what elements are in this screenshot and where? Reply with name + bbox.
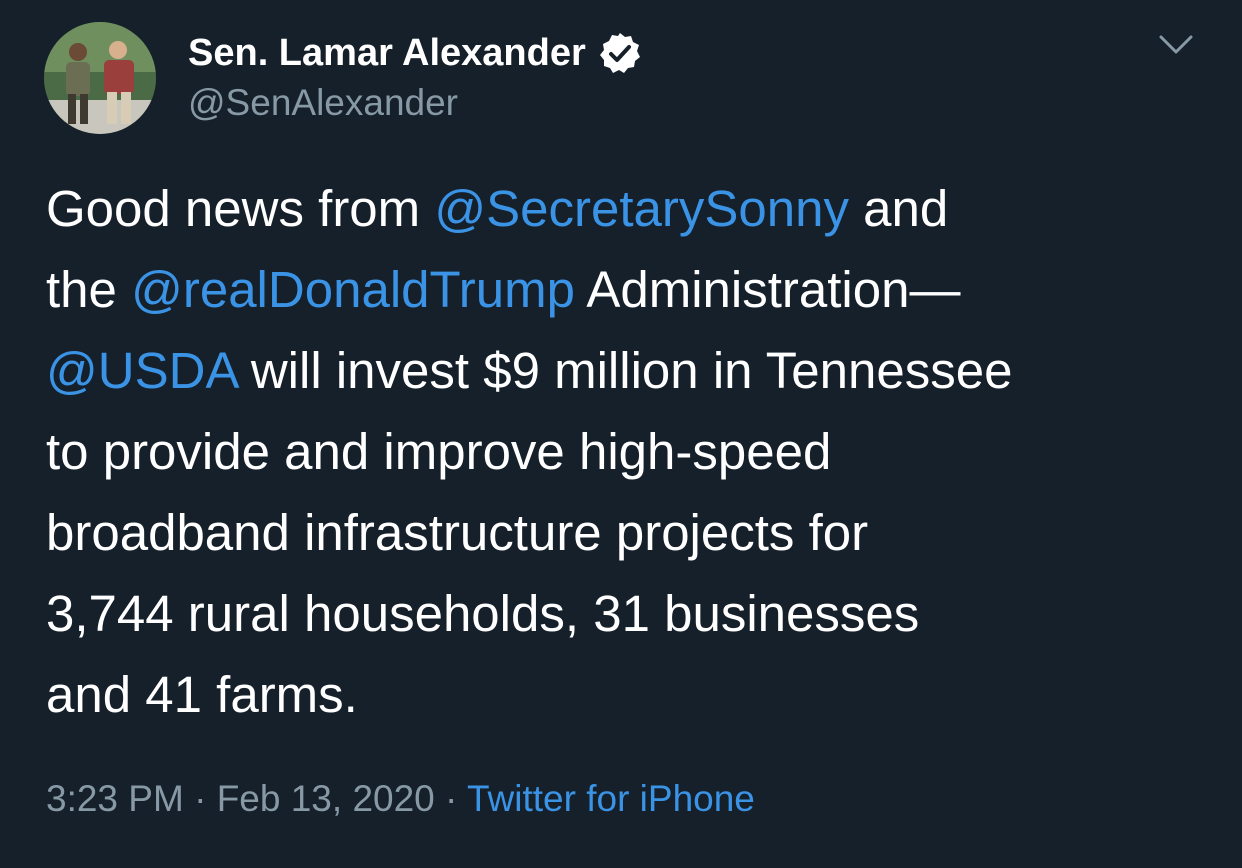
author-handle[interactable]: @SenAlexander	[188, 82, 458, 124]
tweet-text-segment: broadband infrastructure projects for	[46, 504, 869, 561]
tweet-text-line: to provide and improve high-speed	[46, 411, 1216, 492]
tweet-text-segment: Good news from	[46, 180, 435, 237]
tweet-text-line: Good news from @SecretarySonny and	[46, 168, 1216, 249]
tweet-text-segment: will invest $9 million in Tennessee	[236, 342, 1013, 399]
tweet-text-segment: to provide and improve high-speed	[46, 423, 832, 480]
chevron-down-icon[interactable]	[1158, 32, 1194, 58]
tweet-text-line: broadband infrastructure projects for	[46, 492, 1216, 573]
tweet-text-line: 3,744 rural households, 31 businesses	[46, 573, 1216, 654]
tweet-source-link[interactable]: Twitter for iPhone	[467, 778, 755, 819]
mention-link[interactable]: @SecretarySonny	[434, 180, 849, 237]
tweet-text-segment: Administration—	[574, 261, 961, 318]
avatar[interactable]	[44, 22, 156, 134]
tweet-text: Good news from @SecretarySonny and the @r…	[46, 168, 1216, 735]
tweet-time[interactable]: 3:23 PM	[46, 778, 184, 819]
tweet-text-line: @USDA will invest $9 million in Tennesse…	[46, 330, 1216, 411]
tweet-text-segment: the	[46, 261, 132, 318]
tweet-text-segment: and 41 farms.	[46, 666, 358, 723]
author-name-row: Sen. Lamar Alexander	[188, 30, 642, 76]
tweet-date[interactable]: Feb 13, 2020	[217, 778, 435, 819]
tweet-text-segment: 3,744 rural households, 31 businesses	[46, 585, 920, 642]
tweet-text-line: the @realDonaldTrump Administration—	[46, 249, 1216, 330]
mention-link[interactable]: @USDA	[46, 342, 237, 399]
mention-link[interactable]: @realDonaldTrump	[131, 261, 575, 318]
tweet: Sen. Lamar Alexander @SenAlexander Good …	[0, 0, 1242, 868]
verified-badge-icon	[599, 33, 640, 73]
author-display-name[interactable]: Sen. Lamar Alexander	[188, 32, 586, 75]
meta-separator: ·	[434, 778, 467, 819]
tweet-meta: 3:23 PM · Feb 13, 2020 · Twitter for iPh…	[46, 778, 755, 820]
avatar-photo	[44, 22, 156, 134]
tweet-text-line: and 41 farms.	[46, 654, 1216, 735]
tweet-text-segment: and	[848, 180, 949, 237]
meta-separator: ·	[183, 778, 217, 819]
